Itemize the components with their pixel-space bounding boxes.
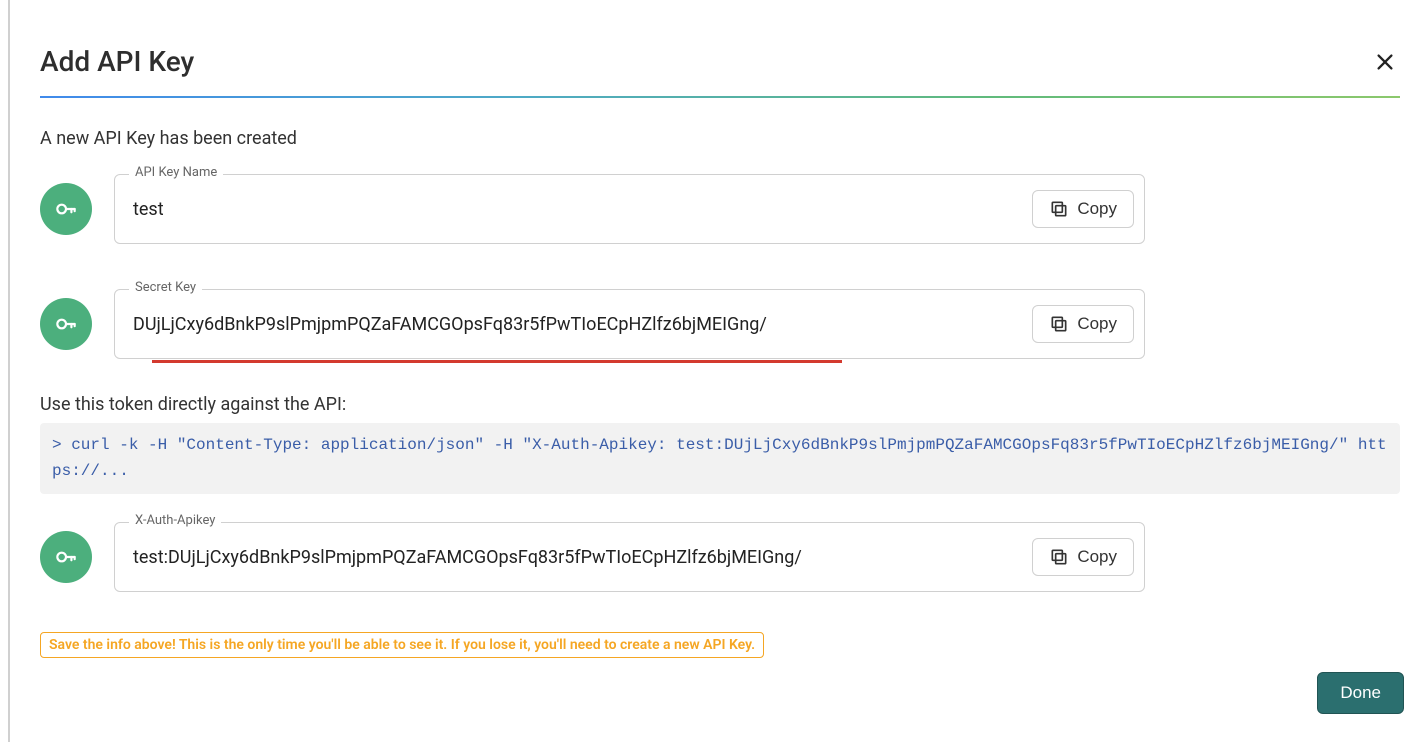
api-key-name-row: API Key Name test Copy <box>40 174 1145 244</box>
copy-x-auth-apikey-button[interactable]: Copy <box>1032 538 1134 576</box>
copy-api-key-name-button[interactable]: Copy <box>1032 190 1134 228</box>
api-key-name-label: API Key Name <box>129 165 223 180</box>
add-api-key-dialog: Add API Key A new API Key has been creat… <box>40 45 1400 658</box>
key-badge <box>40 531 92 583</box>
secret-key-row: Secret Key DUjLjCxy6dBnkP9slPmjpmPQZaFAM… <box>40 289 1145 359</box>
key-icon <box>53 311 79 337</box>
x-auth-apikey-label: X-Auth-Apikey <box>129 513 221 528</box>
close-button[interactable] <box>1370 47 1400 77</box>
created-subtitle: A new API Key has been created <box>40 128 1400 149</box>
close-icon <box>1374 51 1396 73</box>
key-badge <box>40 298 92 350</box>
copy-icon <box>1049 199 1069 219</box>
copy-icon <box>1049 314 1069 334</box>
secret-key-field: Secret Key DUjLjCxy6dBnkP9slPmjpmPQZaFAM… <box>114 289 1145 359</box>
api-key-name-field: API Key Name test Copy <box>114 174 1145 244</box>
header-divider <box>40 96 1400 98</box>
copy-secret-key-button[interactable]: Copy <box>1032 305 1134 343</box>
copy-label: Copy <box>1077 199 1117 219</box>
x-auth-apikey-field: X-Auth-Apikey test:DUjLjCxy6dBnkP9slPmjp… <box>114 522 1145 592</box>
dialog-title: Add API Key <box>40 45 194 78</box>
done-button[interactable]: Done <box>1317 672 1404 714</box>
copy-icon <box>1049 547 1069 567</box>
secret-key-underline <box>152 360 842 363</box>
save-warning: Save the info above! This is the only ti… <box>40 632 764 658</box>
dialog-left-border <box>8 0 10 742</box>
key-icon <box>53 544 79 570</box>
key-badge <box>40 183 92 235</box>
copy-label: Copy <box>1077 547 1117 567</box>
secret-key-label: Secret Key <box>129 280 202 295</box>
x-auth-apikey-value: test:DUjLjCxy6dBnkP9slPmjpmPQZaFAMCGOpsF… <box>133 547 1126 568</box>
token-instruction: Use this token directly against the API: <box>40 394 1400 415</box>
curl-command: > curl -k -H "Content-Type: application/… <box>52 436 1387 480</box>
x-auth-apikey-row: X-Auth-Apikey test:DUjLjCxy6dBnkP9slPmjp… <box>40 522 1145 592</box>
dialog-header: Add API Key <box>40 45 1400 96</box>
key-icon <box>53 196 79 222</box>
copy-label: Copy <box>1077 314 1117 334</box>
secret-key-value: DUjLjCxy6dBnkP9slPmjpmPQZaFAMCGOpsFq83r5… <box>133 314 1126 335</box>
api-key-name-value: test <box>133 199 1126 220</box>
curl-code-block: > curl -k -H "Content-Type: application/… <box>40 423 1400 494</box>
